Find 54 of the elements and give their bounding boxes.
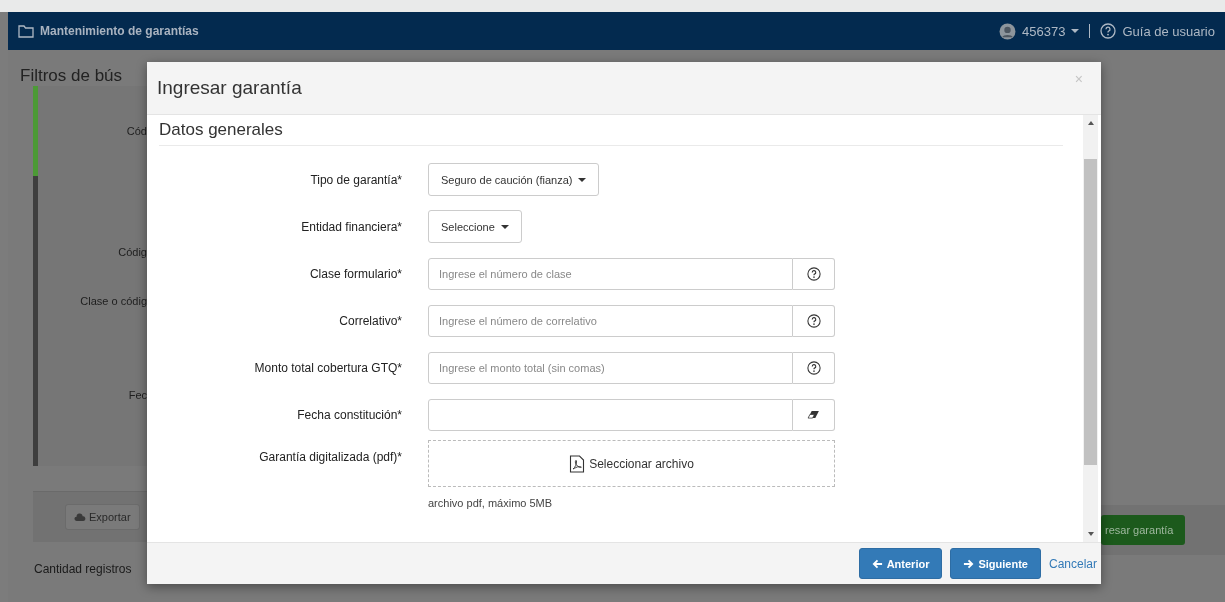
eraser-icon [807, 410, 820, 419]
dropdown-button[interactable]: Seguro de caución (fianza) [428, 163, 600, 196]
cancel-link[interactable]: Cancelar [1048, 556, 1097, 571]
file-hint: archivo pdf, máximo 5MB [428, 496, 554, 509]
folder-icon [18, 24, 34, 38]
input-field[interactable]: Ingrese el monto total (sin comas) [428, 351, 793, 384]
scrollbar[interactable] [1083, 115, 1098, 542]
scrollbar-thumb[interactable] [1084, 159, 1097, 465]
help-icon [806, 360, 821, 375]
field-label: Correlativo* [338, 313, 403, 328]
field-label: Clase o códig [80, 295, 147, 307]
record-count-label: Cantidad registros [33, 561, 133, 576]
select-file-label: Seleccionar archivo [589, 456, 694, 471]
caret-icon [500, 224, 509, 229]
modal-title: Ingresar garantía [157, 77, 302, 99]
export-button[interactable]: Exportar [65, 504, 140, 530]
previous-button[interactable]: Anterior [858, 548, 943, 579]
next-button[interactable]: Siguiente [950, 548, 1041, 579]
dropdown-button[interactable]: Seleccione [428, 210, 522, 243]
caret-icon [1071, 29, 1080, 33]
caret-icon [578, 177, 587, 182]
field-label: Códig [118, 246, 147, 258]
field-label: Entidad financiera* [300, 219, 403, 234]
section-heading: Datos generales [159, 115, 1063, 146]
field-label: Fecha constitución* [296, 407, 403, 422]
input-field[interactable] [428, 398, 793, 431]
arrow-left-icon [871, 558, 883, 569]
scroll-up-icon[interactable] [1087, 121, 1094, 125]
arrow-right-icon [963, 558, 975, 569]
field-label: Cód [126, 125, 147, 137]
field-label: Monto total cobertura GTQ* [253, 360, 403, 375]
field-label: Clase formulario* [308, 266, 403, 281]
help-button[interactable] [793, 351, 835, 384]
file-drop-zone[interactable]: Seleccionar archivo [428, 440, 835, 487]
field-label: Fec [128, 389, 147, 401]
input-field[interactable]: Ingrese el número de correlativo [428, 304, 793, 337]
help-icon [806, 266, 821, 281]
user-menu[interactable]: 456373 [1022, 23, 1066, 39]
user-guide-link[interactable]: Guía de usuario [1122, 23, 1215, 39]
help-icon [1100, 23, 1117, 39]
help-button[interactable] [793, 257, 835, 290]
pdf-file-icon [569, 454, 586, 473]
cloud-icon [74, 512, 86, 522]
add-guarantee-button[interactable]: resar garantía [1101, 515, 1186, 545]
field-label: Garantía digitalizada (pdf)* [258, 449, 403, 464]
filters-heading: Filtros de bús [19, 65, 124, 86]
scroll-down-icon[interactable] [1087, 532, 1094, 536]
clear-button[interactable] [793, 398, 835, 431]
user-avatar-icon[interactable] [999, 22, 1017, 40]
help-button[interactable] [793, 304, 835, 337]
page-title: Mantenimiento de garantías [40, 24, 199, 38]
input-field[interactable]: Ingrese el número de clase [428, 257, 793, 290]
help-icon [806, 313, 821, 328]
field-label: Tipo de garantía* [309, 172, 403, 187]
